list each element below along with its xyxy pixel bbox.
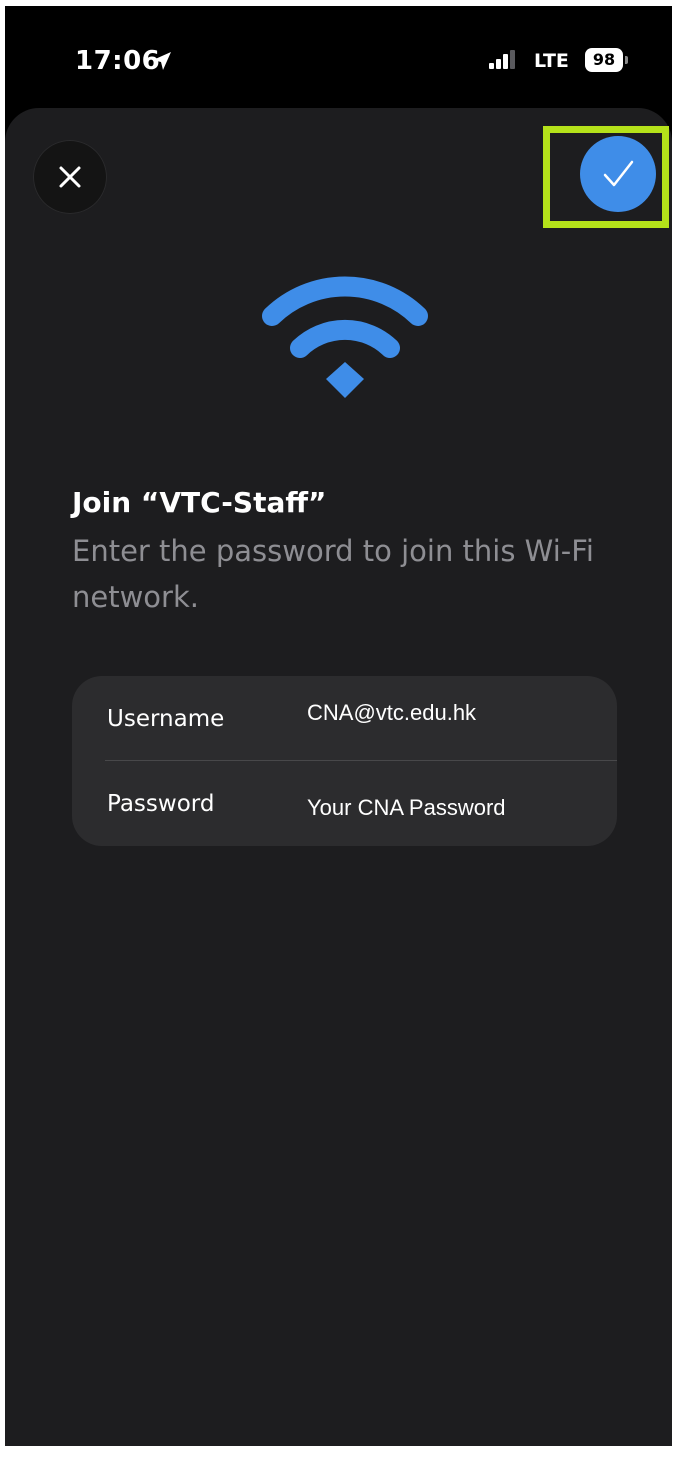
cellular-signal-icon (489, 50, 519, 70)
password-label: Password (107, 791, 215, 817)
battery-level: 98 (585, 48, 623, 72)
close-button[interactable] (33, 140, 107, 214)
password-row[interactable]: Password Your CNA Password (72, 761, 617, 846)
join-confirm-button[interactable] (580, 136, 656, 212)
username-field[interactable]: CNA@vtc.edu.hk (307, 700, 476, 726)
credentials-card: Username CNA@vtc.edu.hk Password Your CN… (72, 676, 617, 846)
join-network-title: Join “VTC-Staff” (72, 486, 327, 519)
wifi-icon (260, 276, 430, 406)
join-wifi-sheet: Join “VTC-Staff” Enter the password to j… (5, 108, 672, 1446)
username-label: Username (107, 706, 225, 732)
location-arrow-icon (151, 50, 173, 72)
password-field[interactable]: Your CNA Password (307, 795, 506, 821)
join-network-subtitle: Enter the password to join this Wi-Fi ne… (72, 534, 594, 614)
network-type: LTE (534, 50, 569, 72)
status-bar: 17:06 LTE 98 (5, 6, 672, 106)
battery-cap (625, 56, 628, 64)
checkmark-icon (603, 160, 634, 187)
status-time: 17:06 (75, 46, 161, 76)
phone-screen: 17:06 LTE 98 Join “VTC-Staff” Enter the … (5, 6, 672, 1446)
close-x-icon (59, 166, 81, 188)
username-row[interactable]: Username CNA@vtc.edu.hk (72, 676, 617, 761)
